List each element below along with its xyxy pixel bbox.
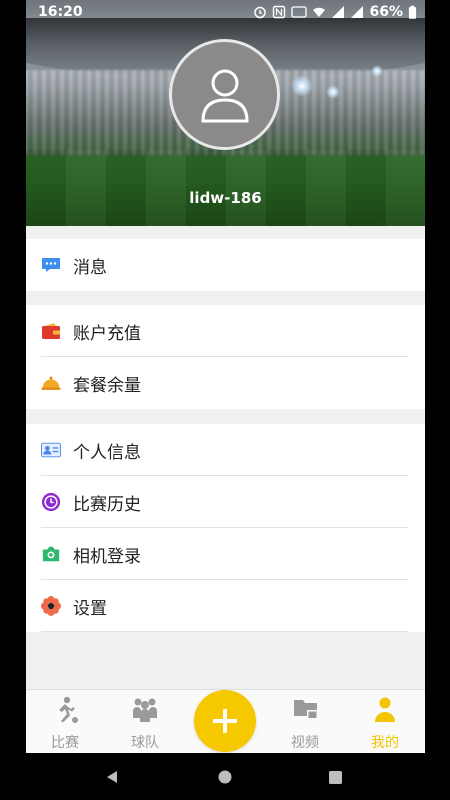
id-card-icon — [41, 440, 61, 460]
battery-icon — [408, 5, 417, 19]
tab-label: 视频 — [291, 735, 319, 751]
menu-item-label: 账户充值 — [73, 323, 141, 344]
profile-header: 16:20 66% lidw-186 — [26, 0, 425, 226]
stadium-light — [291, 75, 313, 97]
plus-icon — [213, 709, 237, 733]
menu-group-account: 账户充值 套餐余量 — [26, 305, 425, 409]
alarm-icon — [254, 6, 267, 19]
stadium-light — [326, 85, 340, 99]
tab-label: 我的 — [371, 735, 399, 751]
menu-item-personal-info[interactable]: 个人信息 — [26, 424, 425, 476]
divider — [41, 631, 408, 632]
tab-mine[interactable]: 我的 — [355, 690, 415, 754]
menu-group-personal: 个人信息 比赛历史 相机登录 设置 — [26, 424, 425, 632]
signal-icon — [332, 6, 345, 18]
tab-videos[interactable]: 视频 — [275, 690, 335, 754]
service-bell-icon — [41, 373, 61, 393]
menu-item-label: 设置 — [73, 598, 107, 619]
wifi-icon — [313, 7, 326, 17]
profile-screen: 16:20 66% lidw-186 消息 账户充值 套餐余量 个人信息 比赛历… — [26, 0, 425, 800]
person-icon — [375, 697, 395, 722]
battery-percent: 66% — [369, 4, 403, 20]
menu-item-recharge[interactable]: 账户充值 — [26, 305, 425, 357]
menu-item-label: 个人信息 — [73, 442, 141, 463]
nfc-icon — [273, 5, 286, 19]
tab-teams[interactable]: 球队 — [115, 690, 175, 754]
menu-item-camera-login[interactable]: 相机登录 — [26, 528, 425, 580]
pitch-grass — [26, 150, 425, 226]
clock-icon — [41, 492, 61, 512]
kick-player-icon — [59, 696, 78, 723]
menu-item-match-history[interactable]: 比赛历史 — [26, 476, 425, 528]
menu-group-messages: 消息 — [26, 239, 425, 291]
add-button[interactable] — [194, 690, 256, 752]
bottom-tab-bar: 比赛 球队 视频 我的 — [26, 689, 425, 753]
wallet-icon — [41, 321, 61, 341]
avatar[interactable] — [169, 39, 280, 150]
status-time: 16:20 — [38, 4, 83, 20]
gear-icon — [41, 596, 61, 616]
back-icon[interactable] — [104, 769, 120, 785]
video-folder-icon — [294, 700, 317, 719]
hd-icon — [291, 6, 308, 18]
menu-item-label: 套餐余量 — [73, 375, 141, 396]
home-icon[interactable] — [217, 769, 233, 785]
menu-item-package-balance[interactable]: 套餐余量 — [26, 357, 425, 409]
status-bar: 16:20 66% — [26, 0, 425, 24]
recents-icon[interactable] — [328, 770, 343, 785]
tab-label: 球队 — [131, 735, 159, 751]
stadium-light — [371, 65, 383, 77]
camera-icon — [41, 544, 61, 564]
menu-item-label: 相机登录 — [73, 546, 141, 567]
tab-label: 比赛 — [51, 735, 79, 751]
user-icon — [200, 69, 249, 122]
menu-item-label: 消息 — [73, 257, 107, 278]
system-navigation-bar — [0, 753, 450, 800]
menu-item-messages[interactable]: 消息 — [26, 239, 425, 291]
menu-item-settings[interactable]: 设置 — [26, 580, 425, 632]
signal-icon — [351, 6, 364, 18]
message-icon — [41, 255, 61, 275]
menu-item-label: 比赛历史 — [73, 494, 141, 515]
team-icon — [133, 698, 157, 722]
tab-matches[interactable]: 比赛 — [35, 690, 95, 754]
username: lidw-186 — [189, 189, 262, 207]
